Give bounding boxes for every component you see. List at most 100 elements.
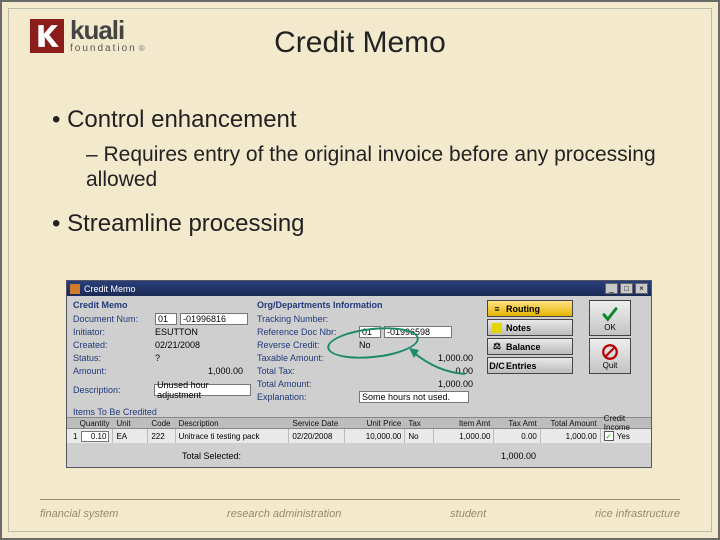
close-button[interactable]: × <box>635 283 648 294</box>
doc-num-prefix-input[interactable]: 01 <box>155 313 177 325</box>
refdoc-prefix-input[interactable]: 01 <box>359 326 381 338</box>
doc-num-label: Document Num: <box>73 314 155 324</box>
created-value: 02/21/2008 <box>155 340 200 350</box>
hdr-service-date: Service Date <box>289 418 345 428</box>
hdr-total-amount: Total Amount <box>541 418 601 428</box>
footer-student: student <box>450 508 486 520</box>
cell-unit: EA <box>113 429 148 443</box>
cell-credit-income: ✓ Yes <box>601 429 651 443</box>
refdoc-label: Reference Doc Nbr: <box>257 327 359 337</box>
upper-panel: Credit Memo Document Num: 01 -01996816 I… <box>67 296 651 405</box>
cell-code: 222 <box>148 429 175 443</box>
routing-button[interactable]: ≡ Routing <box>487 300 573 317</box>
right-column: ≡ Routing Notes ⚖ Balance D/C Entries <box>487 296 651 405</box>
left-legend: Credit Memo <box>73 300 251 310</box>
grid-row[interactable]: 1 0.10 EA 222 Unitrace ti testing pack 0… <box>67 429 651 443</box>
hdr-unit-price: Unit Price <box>345 418 405 428</box>
ok-quit-group: OK Quit <box>589 300 631 403</box>
status-value: ? <box>155 353 160 363</box>
notes-label: Notes <box>506 323 531 333</box>
totals-value: 1,000.00 <box>501 451 536 461</box>
balance-icon: ⚖ <box>492 342 502 352</box>
routing-icon: ≡ <box>492 304 502 314</box>
entries-label: Entries <box>506 361 537 371</box>
bullet-2-text: Streamline processing <box>67 210 304 237</box>
totaltax-value: 0.00 <box>359 366 481 376</box>
entries-icon: D/C <box>492 361 502 371</box>
cell-tax-amt: 0.00 <box>494 429 540 443</box>
ok-button[interactable]: OK <box>589 300 631 336</box>
taxable-value: 1,000.00 <box>359 353 481 363</box>
quit-icon <box>601 343 619 361</box>
totaltax-label: Total Tax: <box>257 366 359 376</box>
items-legend: Items To Be Credited <box>67 405 651 417</box>
refdoc-input[interactable]: -01996598 <box>384 326 452 338</box>
doc-num-input[interactable]: -01996816 <box>180 313 248 325</box>
side-buttons: ≡ Routing Notes ⚖ Balance D/C Entries <box>487 300 573 403</box>
cell-unit-price: 10,000.00 <box>345 429 405 443</box>
routing-label: Routing <box>506 304 540 314</box>
hdr-unit: Unit <box>113 418 148 428</box>
entries-button[interactable]: D/C Entries <box>487 357 573 374</box>
status-label: Status: <box>73 353 155 363</box>
qty-input[interactable]: 0.10 <box>81 431 109 442</box>
totalamt-value: 1,000.00 <box>359 379 481 389</box>
minimize-button[interactable]: _ <box>605 283 618 294</box>
tracking-label: Tracking Number: <box>257 314 359 324</box>
footer-separator <box>40 499 680 500</box>
bullet-list: • Control enhancement – Requires entry o… <box>52 106 668 246</box>
hdr-tax-amt: Tax Amt <box>494 418 540 428</box>
hdr-description: Description <box>176 418 290 428</box>
slide-title: Credit Memo <box>2 26 718 60</box>
totals-label-text: Total Selected: <box>182 451 241 461</box>
bullet-1-text: Control enhancement <box>67 106 296 133</box>
initiator-value: ESUTTON <box>155 327 198 337</box>
notes-icon <box>492 323 502 333</box>
cell-total-amt: 1,000.00 <box>541 429 601 443</box>
maximize-button[interactable]: □ <box>620 283 633 294</box>
mid-legend: Org/Departments Information <box>257 300 481 310</box>
cell-service-date: 02/20/2008 <box>289 429 345 443</box>
reverse-value: No <box>359 340 371 350</box>
expl-input[interactable]: Some hours not used. <box>359 391 469 403</box>
notes-button[interactable]: Notes <box>487 319 573 336</box>
middle-column: Org/Departments Information Tracking Num… <box>257 296 487 405</box>
balance-button[interactable]: ⚖ Balance <box>487 338 573 355</box>
expl-label: Explanation: <box>257 392 359 402</box>
hdr-item-amt: Item Amt <box>434 418 494 428</box>
credit-memo-window: Credit Memo _ □ × Credit Memo Document N… <box>66 280 652 468</box>
totalamt-label: Total Amount: <box>257 379 359 389</box>
quit-button[interactable]: Quit <box>589 338 631 374</box>
footer-financial: financial system <box>40 508 118 520</box>
footer: financial system research administration… <box>40 508 680 520</box>
bullet-2: • Streamline processing <box>52 210 668 238</box>
taxable-label: Taxable Amount: <box>257 353 359 363</box>
cell-quantity: 1 0.10 <box>67 429 113 443</box>
credit-income-checkbox[interactable]: ✓ <box>604 431 614 441</box>
row-line-number: 1 <box>73 432 77 441</box>
left-column: Credit Memo Document Num: 01 -01996816 I… <box>67 296 257 405</box>
window-titlebar[interactable]: Credit Memo _ □ × <box>67 281 651 296</box>
description-input[interactable]: Unused hour adjustment <box>154 384 251 396</box>
description-label: Description: <box>73 385 154 395</box>
grid-header: Quantity Unit Code Description Service D… <box>67 417 651 429</box>
amount-label: Amount: <box>73 366 155 376</box>
totals-row: Total Selected: 1,000.00 <box>67 443 651 467</box>
hdr-code: Code <box>148 418 175 428</box>
reverse-label: Reverse Credit: <box>257 340 359 350</box>
quit-label: Quit <box>603 361 618 370</box>
balance-label: Balance <box>506 342 541 352</box>
check-icon <box>601 305 619 323</box>
bullet-1-sub: – Requires entry of the original invoice… <box>86 142 668 192</box>
amount-value: 1,000.00 <box>155 366 251 376</box>
hdr-credit-income: Credit Income <box>601 418 651 428</box>
created-label: Created: <box>73 340 155 350</box>
bullet-1: • Control enhancement <box>52 106 668 134</box>
footer-research: research administration <box>227 508 341 520</box>
window-control-buttons: _ □ × <box>605 283 648 294</box>
cell-item-amt: 1,000.00 <box>434 429 494 443</box>
ok-label: OK <box>604 323 616 332</box>
cell-tax: No <box>405 429 434 443</box>
window-title: Credit Memo <box>84 284 605 294</box>
initiator-label: Initiator: <box>73 327 155 337</box>
